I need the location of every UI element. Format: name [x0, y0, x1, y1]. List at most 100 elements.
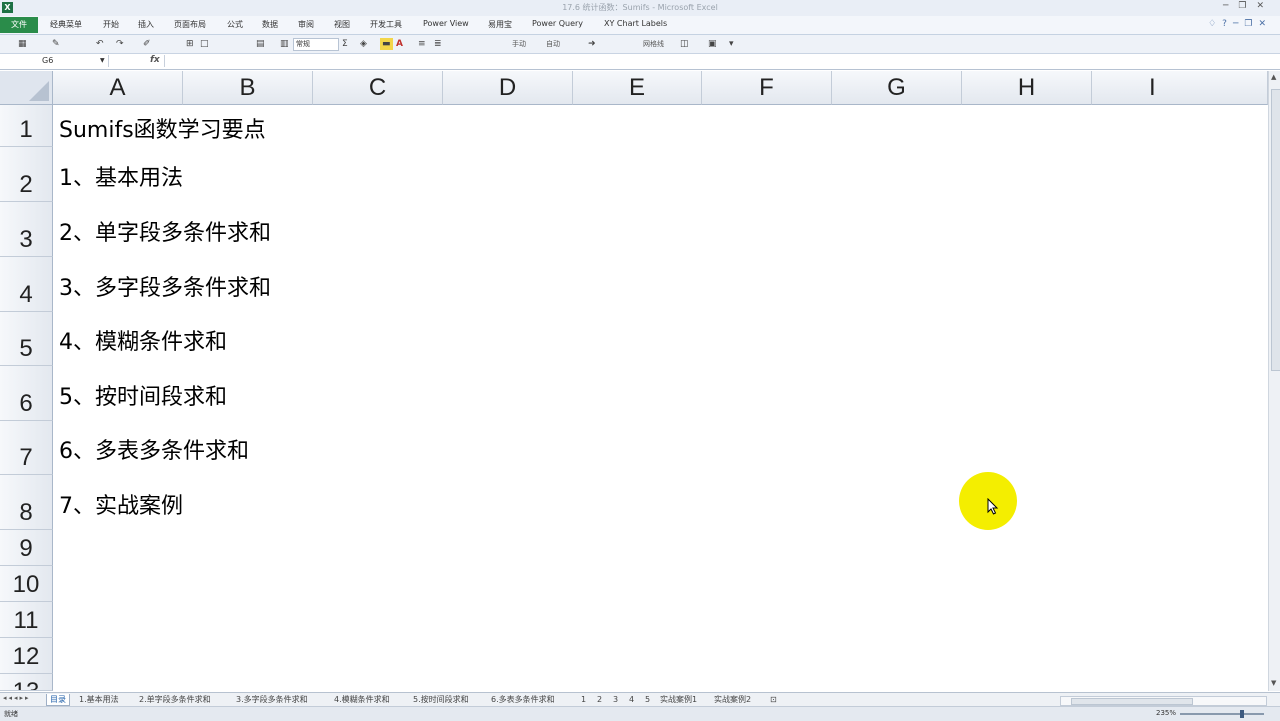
cell-a4[interactable]: 3、多字段多条件求和: [59, 270, 271, 302]
sheet-tab-active[interactable]: 目录: [46, 694, 70, 706]
cell-a3[interactable]: 2、单字段多条件求和: [59, 215, 271, 247]
sheet-tab[interactable]: 2.单字段多条件求和: [139, 694, 211, 705]
tab-xy-chart-labels[interactable]: XY Chart Labels: [604, 19, 667, 28]
worksheet-grid[interactable]: A B C D E F G H I 1 2 3 4 5 6 7 8 9 10 1…: [0, 71, 1280, 691]
sheet-tab[interactable]: 2: [597, 694, 602, 705]
collapse-ribbon-icon[interactable]: ♢: [1208, 19, 1222, 29]
row-header-3[interactable]: 3: [0, 202, 53, 257]
zoom-level[interactable]: 235%: [1156, 709, 1176, 717]
new-sheet-icon[interactable]: ⊡: [770, 694, 777, 705]
undo-icon[interactable]: ↶: [96, 38, 104, 50]
tab-formulas[interactable]: 公式: [227, 19, 243, 30]
column-header-g[interactable]: G: [832, 71, 962, 105]
column-header-d[interactable]: D: [443, 71, 573, 105]
row-header-2[interactable]: 2: [0, 147, 53, 202]
tab-classic-menu[interactable]: 经典菜单: [50, 19, 82, 30]
scroll-up-icon[interactable]: ▲: [1271, 73, 1276, 81]
column-header-e[interactable]: E: [573, 71, 702, 105]
autosum-icon[interactable]: Σ: [342, 38, 348, 50]
restore-icon[interactable]: ❐: [1238, 1, 1256, 11]
tab-file[interactable]: 文件: [0, 17, 38, 33]
sheet-tab[interactable]: 实战案例1: [660, 694, 697, 705]
window-controls[interactable]: ─❐✕: [1223, 1, 1274, 11]
name-box-dropdown-icon[interactable]: ▼: [100, 55, 105, 67]
merge-icon[interactable]: ▤: [256, 38, 265, 50]
zoom-slider[interactable]: [1180, 713, 1264, 715]
vertical-scrollbar[interactable]: ▲ ▼: [1268, 71, 1280, 691]
zoom-slider-knob[interactable]: [1240, 710, 1244, 718]
tab-home[interactable]: 开始: [103, 19, 119, 30]
tab-data[interactable]: 数据: [262, 19, 278, 30]
wrap-icon[interactable]: ▥: [280, 38, 289, 50]
tab-developer[interactable]: 开发工具: [370, 19, 402, 30]
sheet-tab[interactable]: 1.基本用法: [79, 694, 119, 705]
tab-power-query[interactable]: Power Query: [532, 19, 583, 28]
font-color-icon[interactable]: A: [396, 38, 403, 50]
tab-easy-tools[interactable]: 易用宝: [488, 19, 512, 30]
manual-calc-label[interactable]: 手动: [512, 39, 526, 49]
cell-a5[interactable]: 4、模糊条件求和: [59, 324, 227, 356]
vertical-scroll-thumb[interactable]: [1271, 89, 1280, 371]
column-header-c[interactable]: C: [313, 71, 443, 105]
column-header-f[interactable]: F: [702, 71, 832, 105]
arrow-icon[interactable]: ➜: [588, 38, 596, 50]
row-header-11[interactable]: 11: [0, 602, 53, 638]
tab-power-view[interactable]: Power View: [423, 19, 469, 28]
outline-border-icon[interactable]: □: [200, 38, 209, 50]
cell-a8[interactable]: 7、实战案例: [59, 488, 183, 520]
gridlines-label[interactable]: 网格线: [643, 39, 664, 49]
sheet-tab[interactable]: 4: [629, 694, 634, 705]
sheet-tab[interactable]: 3.多字段多条件求和: [236, 694, 308, 705]
select-all-corner[interactable]: [0, 71, 53, 105]
fill-color-icon[interactable]: ◈: [360, 38, 367, 50]
name-box[interactable]: G6 ▼: [0, 55, 109, 67]
tab-review[interactable]: 审阅: [298, 19, 314, 30]
align-center-icon[interactable]: ≣: [434, 38, 442, 50]
borders-icon[interactable]: ⊞: [186, 38, 194, 50]
function-icon[interactable]: fx: [150, 55, 160, 65]
format-painter-icon[interactable]: ✎: [52, 38, 60, 50]
menu-grid-icon[interactable]: ▦: [18, 38, 27, 50]
help-icon[interactable]: ?: [1222, 19, 1233, 29]
tab-view[interactable]: 视图: [334, 19, 350, 30]
highlight-icon[interactable]: ▬: [380, 38, 393, 50]
align-left-icon[interactable]: ≡: [418, 38, 426, 50]
row-header-7[interactable]: 7: [0, 421, 53, 475]
redo-icon[interactable]: ↷: [116, 38, 124, 50]
row-header-12[interactable]: 12: [0, 638, 53, 674]
cell-a6[interactable]: 5、按时间段求和: [59, 379, 227, 411]
row-header-6[interactable]: 6: [0, 366, 53, 421]
column-header-a[interactable]: A: [53, 71, 183, 105]
horizontal-scrollbar[interactable]: [1060, 696, 1267, 706]
row-header-13[interactable]: 13: [0, 674, 53, 691]
workbook-restore-icon[interactable]: ❐: [1244, 19, 1258, 29]
cell-a7[interactable]: 6、多表多条件求和: [59, 433, 249, 465]
sheet-tab[interactable]: 5: [645, 694, 650, 705]
column-header-i[interactable]: I: [1092, 71, 1268, 105]
tab-insert[interactable]: 插入: [138, 19, 154, 30]
auto-calc-label[interactable]: 自动: [546, 39, 560, 49]
row-header-10[interactable]: 10: [0, 566, 53, 602]
sheet-tab[interactable]: 3: [613, 694, 618, 705]
sheet-tab[interactable]: 5.按时间段求和: [413, 694, 469, 705]
row-header-4[interactable]: 4: [0, 257, 53, 312]
cell-a1[interactable]: Sumifs函数学习要点: [59, 112, 266, 144]
cell-a2[interactable]: 1、基本用法: [59, 160, 183, 192]
close-icon[interactable]: ✕: [1256, 1, 1274, 11]
sheet-tab[interactable]: 4.模糊条件求和: [334, 694, 390, 705]
camera-icon[interactable]: ▣: [708, 38, 717, 50]
shape-icon[interactable]: ◫: [680, 38, 689, 50]
scroll-down-icon[interactable]: ▼: [1271, 679, 1276, 687]
formula-input[interactable]: [164, 55, 1265, 67]
workbook-minimize-icon[interactable]: ─: [1233, 19, 1244, 29]
column-header-h[interactable]: H: [962, 71, 1092, 105]
row-header-9[interactable]: 9: [0, 530, 53, 566]
row-header-8[interactable]: 8: [0, 475, 53, 530]
number-format-select[interactable]: 常规: [293, 38, 339, 51]
sheet-tab[interactable]: 实战案例2: [714, 694, 751, 705]
brush-icon[interactable]: ✐: [143, 38, 151, 50]
toolbar-more-icon[interactable]: ▾: [729, 38, 734, 50]
tab-page-layout[interactable]: 页面布局: [174, 19, 206, 30]
workbook-close-icon[interactable]: ✕: [1258, 19, 1272, 29]
sheet-tab[interactable]: 6.多表多条件求和: [491, 694, 555, 705]
